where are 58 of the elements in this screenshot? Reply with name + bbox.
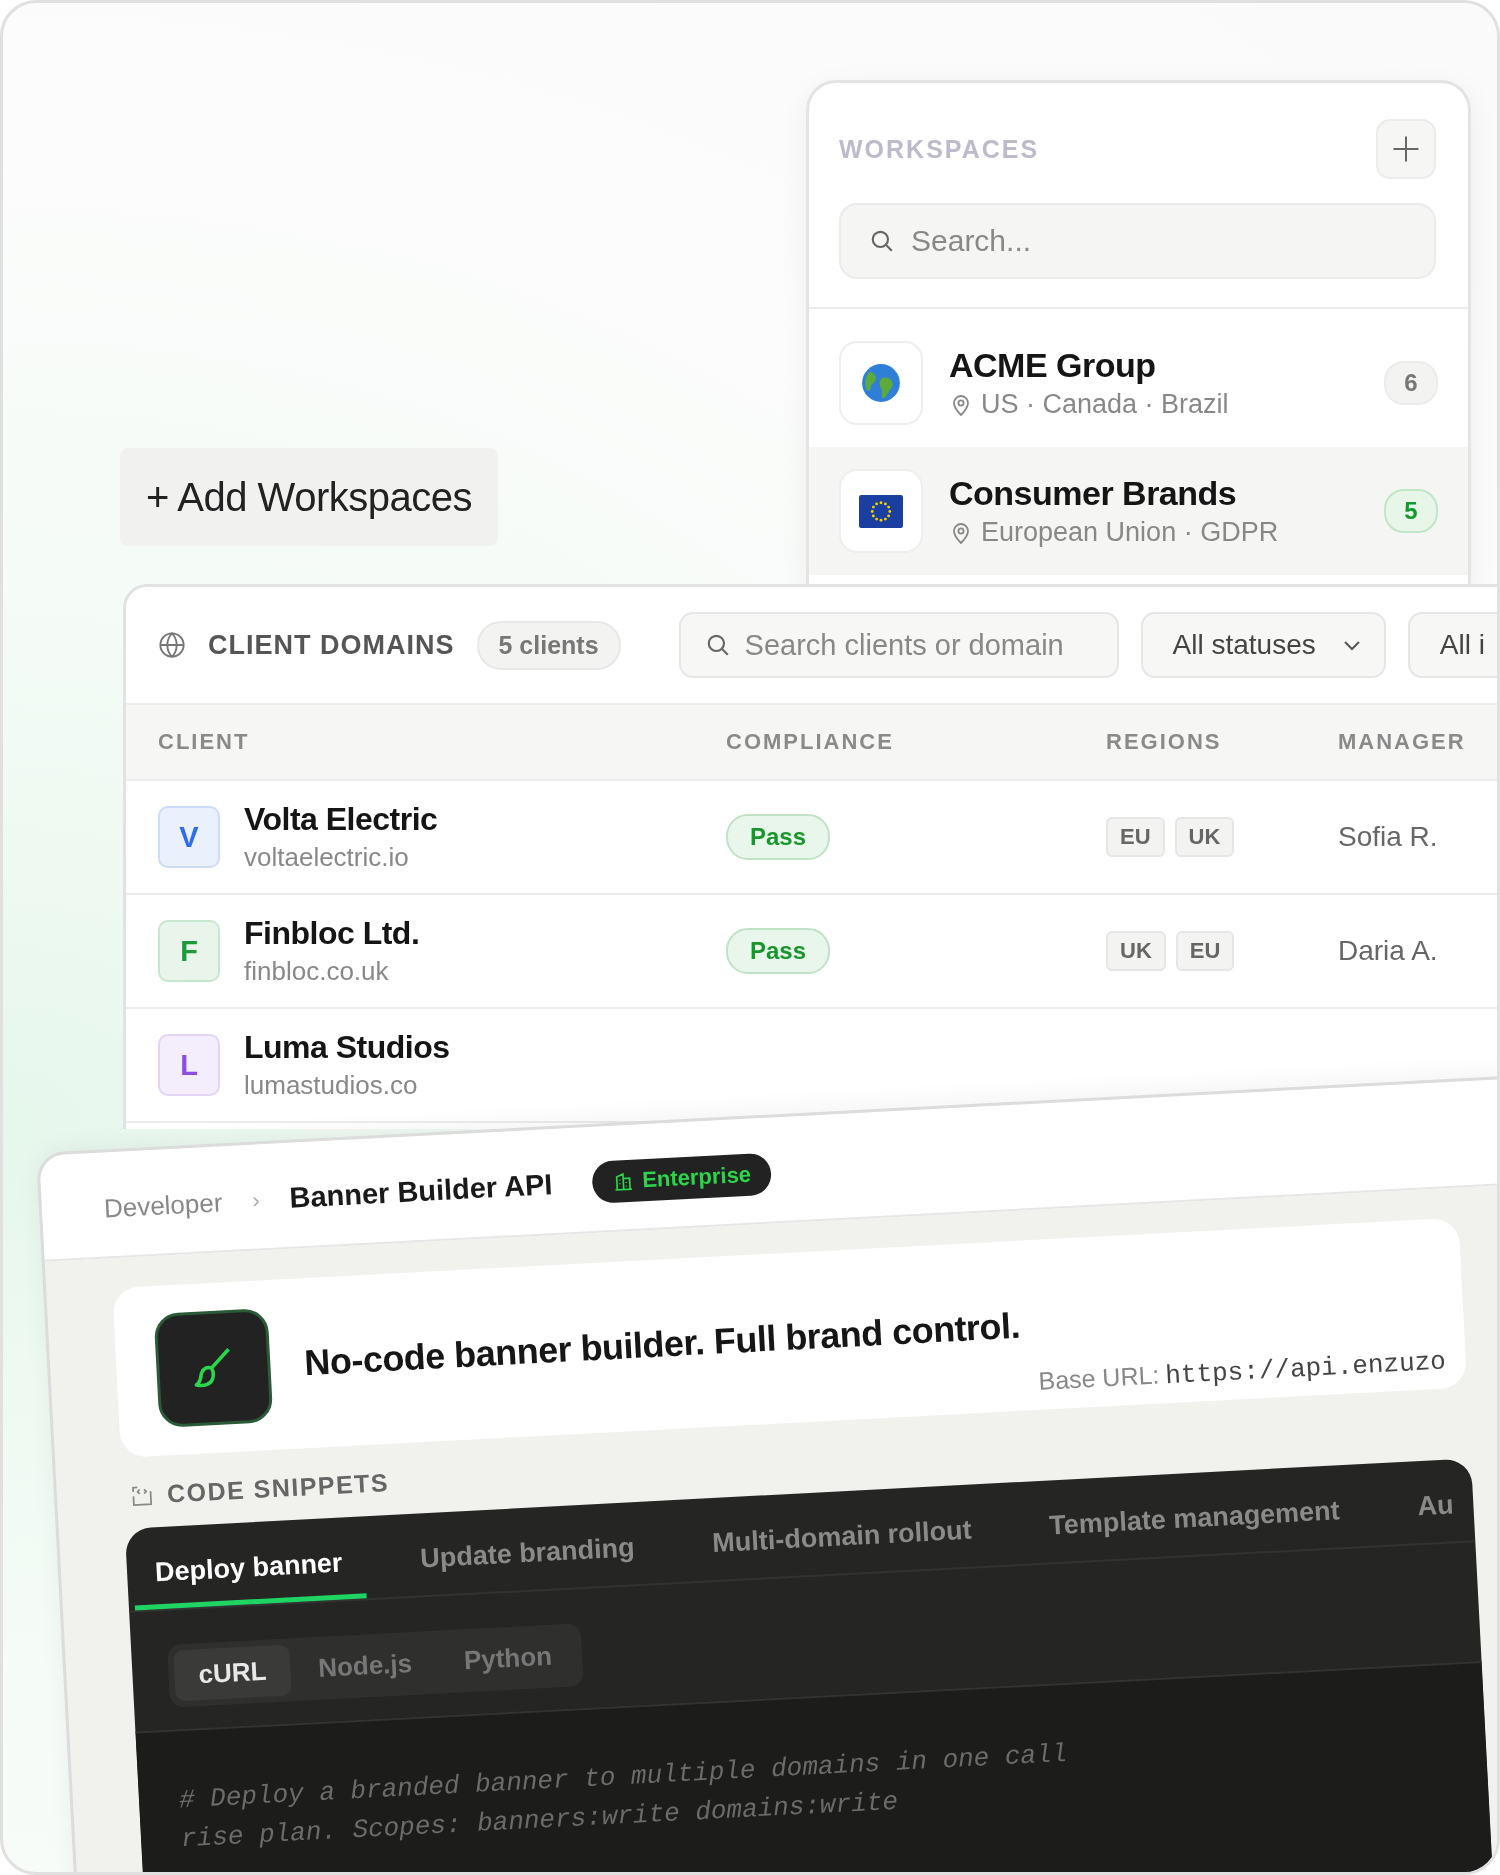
region-tag: EU <box>1175 931 1235 971</box>
compliance-badge: Pass <box>726 928 831 974</box>
client-avatar: L <box>158 1034 220 1096</box>
client-domain: finbloc.co.uk <box>244 956 390 987</box>
column-header: COMPLIANCE <box>726 729 894 755</box>
filter-dropdown[interactable]: All statuses <box>1140 612 1386 678</box>
manager-name: Daria A. <box>1338 935 1438 967</box>
globe-icon <box>158 631 186 659</box>
client-domain: voltaelectric.io <box>244 842 410 873</box>
client-name: Finbloc Ltd. <box>244 915 420 952</box>
panel-title: CLIENT DOMAINS <box>208 629 455 661</box>
workspace-name: ACME Group <box>949 346 1157 385</box>
snippet-tab[interactable]: Template management <box>1026 1494 1364 1564</box>
snippet-tab[interactable]: Multi-domain rollout <box>689 1513 996 1582</box>
workspace-item[interactable]: Consumer Brands European Union · GDPR 5 <box>809 447 1468 575</box>
workspace-regions: European Union · GDPR <box>981 517 1279 548</box>
search-input[interactable]: Search clients or domain <box>744 628 1117 662</box>
column-header: REGIONS <box>1106 729 1222 755</box>
snippet-tab[interactable]: Au <box>1394 1488 1478 1545</box>
base-url: https://api.enzuzo <box>1164 1346 1447 1392</box>
client-avatar: F <box>158 920 220 982</box>
globe-icon <box>860 362 902 404</box>
client-name: Luma Studios <box>244 1029 450 1066</box>
workspace-name: Consumer Brands <box>949 474 1238 513</box>
add-workspaces-button[interactable]: + Add Workspaces <box>120 448 498 546</box>
manager-name: Sofia R. <box>1338 821 1438 853</box>
count-badge: 6 <box>1384 361 1438 405</box>
search-field[interactable]: Search... <box>839 203 1436 279</box>
headline: No-code banner builder. Full brand control. <box>303 1304 1022 1385</box>
language-tab[interactable]: cURL <box>173 1644 292 1702</box>
eu-flag-icon <box>859 494 903 528</box>
snippet-tab[interactable]: Update branding <box>397 1531 659 1597</box>
breadcrumb-separator: › <box>251 1187 261 1214</box>
compliance-badge: Pass <box>726 814 831 860</box>
search-icon <box>869 228 895 254</box>
search-input[interactable]: Search... <box>911 224 1406 258</box>
workspace-regions: US · Canada · Brazil <box>981 389 1229 420</box>
workspace-item[interactable]: ACME Group US · Canada · Brazil 6 <box>809 319 1468 447</box>
region-tag: EU <box>1106 817 1165 857</box>
client-avatar: V <box>158 806 220 868</box>
client-name: Volta Electric <box>244 801 438 838</box>
filter-dropdown[interactable]: All i <box>1407 612 1497 678</box>
region-tag: UK <box>1174 817 1235 857</box>
client-count-badge: 5 clients <box>476 620 621 670</box>
enterprise-badge: Enterprise <box>591 1152 773 1204</box>
snippet-tab[interactable]: Deploy banner <box>132 1546 367 1611</box>
region-tag: UK <box>1106 931 1166 971</box>
add-button[interactable] <box>1376 119 1436 179</box>
search-field[interactable]: Search clients or domain <box>678 612 1119 678</box>
plus-icon <box>1391 134 1421 164</box>
workspaces-title: WORKSPACES <box>839 134 1040 164</box>
client-domain: lumastudios.co <box>244 1070 419 1101</box>
column-header: CLIENT <box>158 729 250 755</box>
section-title: CODE SNIPPETS <box>166 1468 390 1509</box>
base-url-label: Base URL: <box>1037 1360 1161 1396</box>
code-comment: # Deploy a branded banner to multiple domains in one call rise plan. Scopes: banners:write domains:write <box>178 1737 1069 1857</box>
count-badge: 5 <box>1384 489 1438 533</box>
column-header: MANAGER <box>1338 729 1466 755</box>
